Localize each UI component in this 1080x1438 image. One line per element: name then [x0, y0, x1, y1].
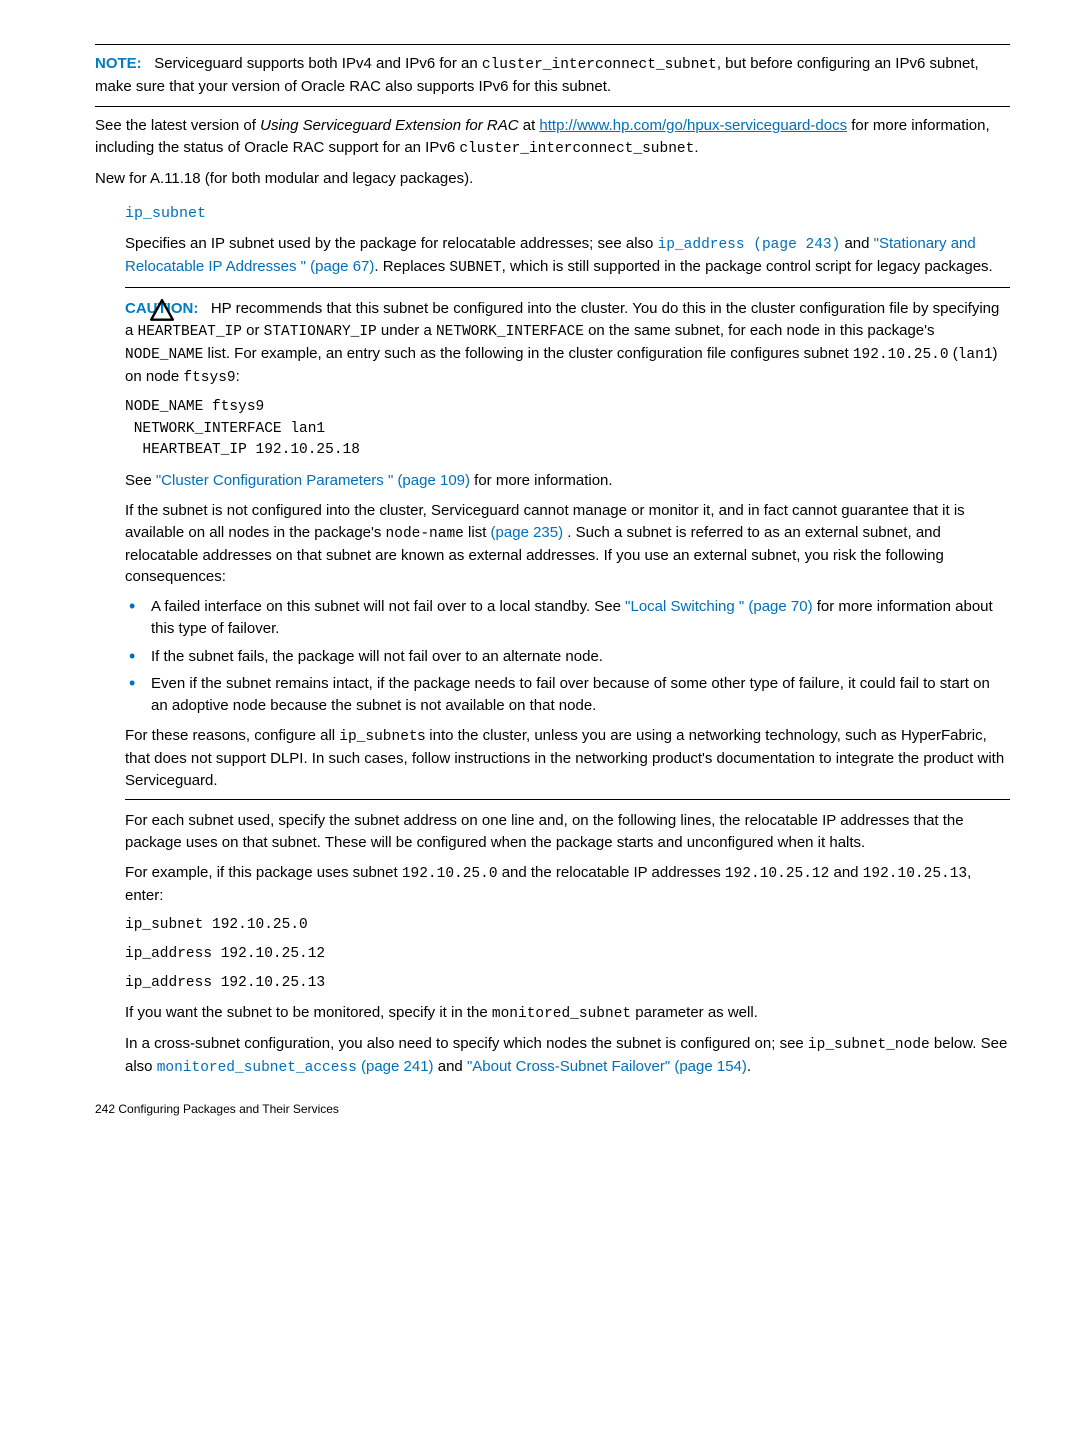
xref-label: ip_address (page 243) — [658, 237, 841, 253]
t: (page 241) — [357, 1058, 434, 1075]
t: at — [519, 117, 540, 134]
t: For example, if this package uses subnet — [125, 864, 402, 881]
t: list — [464, 524, 491, 541]
xref-ip-address[interactable]: ip_address (page 243) — [658, 237, 841, 253]
para-for-these-reasons: For these reasons, configure all ip_subn… — [125, 725, 1010, 792]
book-title: Using Serviceguard Extension for RAC — [260, 117, 518, 134]
para-external-subnet: If the subnet is not configured into the… — [125, 500, 1010, 588]
t: list. For example, an entry such as the … — [203, 345, 853, 362]
para-for-each-subnet: For each subnet used, specify the subnet… — [125, 810, 1010, 854]
c: monitored_subnet — [492, 1006, 631, 1022]
t: For these reasons, configure all — [125, 727, 339, 744]
external-link[interactable]: http://www.hp.com/go/hpux-serviceguard-d… — [539, 117, 847, 134]
c: node-name — [386, 526, 464, 542]
t: Specifies an IP subnet used by the packa… — [125, 235, 658, 252]
t: and — [840, 235, 873, 252]
c: monitored_subnet_access — [157, 1060, 357, 1076]
t: parameter as well. — [631, 1004, 758, 1021]
caution-paragraph: CAUTION: HP recommends that this subnet … — [125, 298, 1010, 389]
xref-cluster-params[interactable]: "Cluster Configuration Parameters " (pag… — [156, 472, 470, 489]
note-text-pre: Serviceguard supports both IPv4 and IPv6… — [154, 55, 482, 72]
t: ( — [949, 345, 958, 362]
t: A failed interface on this subnet will n… — [151, 598, 625, 615]
t: See the latest version of — [95, 117, 260, 134]
xref-page235[interactable]: (page 235) — [491, 524, 564, 541]
t: and — [829, 864, 862, 881]
page-footer: 242 Configuring Packages and Their Servi… — [95, 1101, 1010, 1118]
c: 192.10.25.0 — [853, 347, 949, 363]
cmd-line: ip_address 192.10.25.12 — [125, 944, 1010, 965]
c: NETWORK_INTERFACE — [436, 324, 584, 340]
note-code: cluster_interconnect_subnet — [482, 57, 717, 73]
c: HEARTBEAT_IP — [138, 324, 242, 340]
para-cross-subnet: In a cross-subnet configuration, you als… — [125, 1033, 1010, 1079]
para-example: For example, if this package uses subnet… — [125, 862, 1010, 907]
c: 192.10.25.12 — [725, 866, 829, 882]
rule-caution-bottom — [125, 799, 1010, 800]
note-lead: NOTE: — [95, 55, 142, 72]
t: on the same subnet, for each node in thi… — [584, 322, 935, 339]
t: for more information. — [470, 472, 613, 489]
code: cluster_interconnect_subnet — [459, 141, 694, 157]
bullet-list: A failed interface on this subnet will n… — [125, 596, 1010, 717]
c: lan1 — [958, 347, 993, 363]
cmd-line: ip_subnet 192.10.25.0 — [125, 915, 1010, 936]
t: under a — [377, 322, 436, 339]
para-monitored: If you want the subnet to be monitored, … — [125, 1002, 1010, 1025]
c: NODE_NAME — [125, 347, 203, 363]
t: . Replaces — [374, 258, 449, 275]
xref-local-switching[interactable]: "Local Switching " (page 70) — [625, 598, 812, 615]
t: In a cross-subnet configuration, you als… — [125, 1035, 808, 1052]
list-item: If the subnet fails, the package will no… — [125, 646, 1010, 668]
t: . — [747, 1058, 751, 1075]
t: and — [434, 1058, 467, 1075]
xref-cross-subnet[interactable]: "About Cross-Subnet Failover" (page 154) — [467, 1058, 747, 1075]
para-link: See the latest version of Using Serviceg… — [95, 115, 1010, 160]
rule-caution-top — [125, 287, 1010, 288]
c: 192.10.25.0 — [402, 866, 498, 882]
note-paragraph: NOTE: Serviceguard supports both IPv4 an… — [95, 53, 1010, 98]
code-block: NODE_NAME ftsys9 NETWORK_INTERFACE lan1 … — [125, 397, 1010, 462]
c: 192.10.25.13 — [863, 866, 967, 882]
cmd-line: ip_address 192.10.25.13 — [125, 973, 1010, 994]
c: STATIONARY_IP — [264, 324, 377, 340]
rule-top — [95, 44, 1010, 45]
xref-monitored-access[interactable]: monitored_subnet_access (page 241) — [157, 1058, 434, 1075]
c: ip_subnet_node — [808, 1037, 930, 1053]
t: See — [125, 472, 156, 489]
t: If you want the subnet to be monitored, … — [125, 1004, 492, 1021]
t: and the relocatable IP addresses — [498, 864, 725, 881]
c: ftsys9 — [183, 370, 235, 386]
note-block: NOTE: Serviceguard supports both IPv4 an… — [95, 44, 1010, 107]
list-item: A failed interface on this subnet will n… — [125, 596, 1010, 640]
para-newfor: New for A.11.18 (for both modular and le… — [95, 168, 1010, 190]
c: ip_subnet — [339, 729, 417, 745]
code: SUBNET — [449, 260, 501, 276]
t: . — [694, 139, 698, 156]
para-see-cluster: See "Cluster Configuration Parameters " … — [125, 470, 1010, 492]
caution-block: CAUTION: HP recommends that this subnet … — [95, 287, 1010, 800]
t: , which is still supported in the packag… — [502, 258, 993, 275]
rule-bottom — [95, 106, 1010, 107]
para-specifies: Specifies an IP subnet used by the packa… — [125, 233, 1010, 279]
list-item: Even if the subnet remains intact, if th… — [125, 673, 1010, 717]
t: : — [236, 368, 240, 385]
sub-heading-ip-subnet: ip_subnet — [125, 203, 1010, 225]
caution-icon — [149, 298, 175, 324]
t: or — [242, 322, 264, 339]
